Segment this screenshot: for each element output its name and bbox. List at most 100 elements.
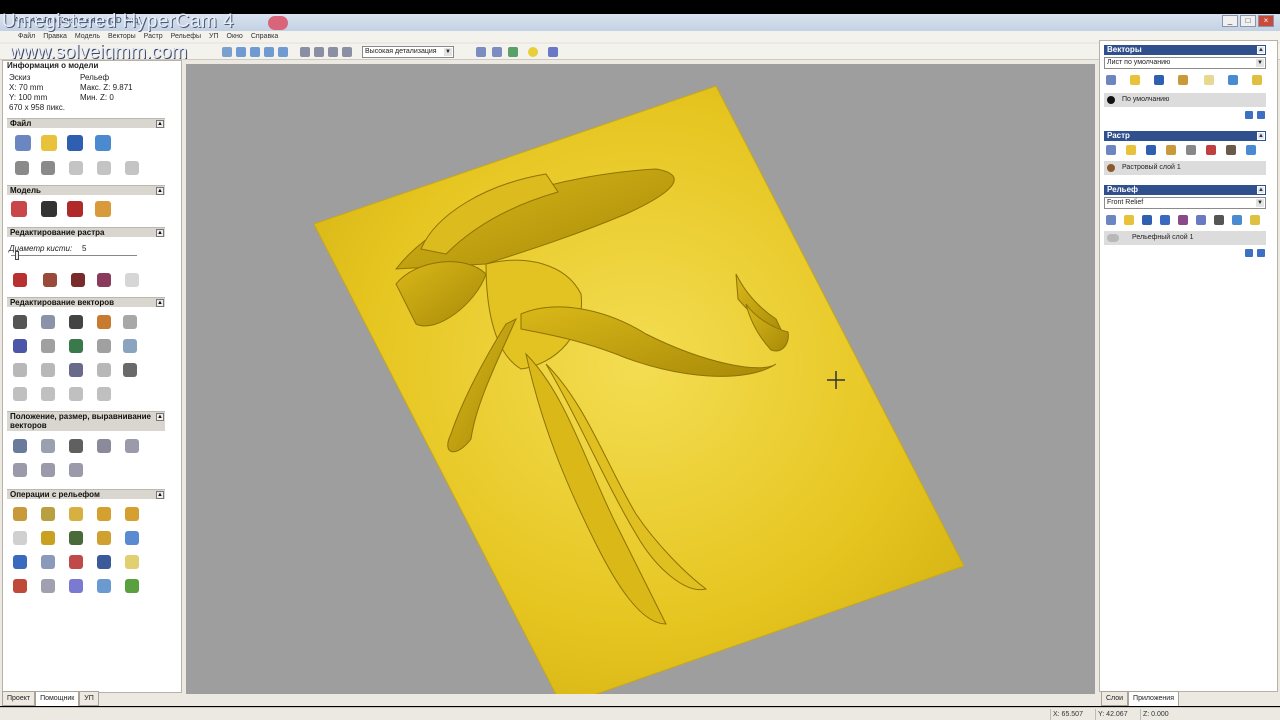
tab-applications[interactable]: Приложения xyxy=(1128,691,1179,706)
minimize-button[interactable]: _ xyxy=(1222,15,1238,27)
align-vector-icon[interactable] xyxy=(97,439,111,453)
relief-tool-14-icon[interactable] xyxy=(97,555,111,569)
vector-tool-9-icon[interactable] xyxy=(97,363,111,377)
maximize-button[interactable]: □ xyxy=(1240,15,1256,27)
section-vector-edit[interactable]: Редактирование векторов ▲ xyxy=(7,297,165,307)
zoom-fit-icon[interactable] xyxy=(222,47,232,57)
relief-select[interactable]: Front Relief ▼ xyxy=(1104,197,1266,209)
delete-layer-icon[interactable] xyxy=(1228,75,1238,85)
raster-layer-1[interactable]: Растровый слой 1 xyxy=(1104,161,1266,175)
zoom-out-icon[interactable] xyxy=(250,47,260,57)
vector-tool-7-icon[interactable] xyxy=(41,363,55,377)
relief-tool-20-icon[interactable] xyxy=(125,579,139,593)
fill-icon[interactable] xyxy=(43,273,57,287)
vector-tool-10-icon[interactable] xyxy=(123,363,137,377)
model-picture-icon[interactable] xyxy=(95,201,111,217)
vector-tool-14-icon[interactable] xyxy=(97,387,111,401)
vector-tool-3-icon[interactable] xyxy=(69,339,83,353)
relief-tool-b-icon[interactable] xyxy=(1178,215,1188,225)
copy-icon[interactable] xyxy=(97,161,111,175)
3d-view-canvas[interactable] xyxy=(186,64,1095,694)
open-folder-icon[interactable] xyxy=(41,135,57,151)
relief-tool-11-icon[interactable] xyxy=(13,555,27,569)
vector-sheet-select[interactable]: Лист по умолчанию ▼ xyxy=(1104,57,1266,69)
brush-slider-handle[interactable] xyxy=(15,251,19,260)
relief-tool-a-icon[interactable] xyxy=(1160,215,1170,225)
section-vectors[interactable]: Векторы ▲ xyxy=(1104,45,1266,55)
tab-layers[interactable]: Слои xyxy=(1101,691,1129,706)
close-button[interactable]: × xyxy=(1258,15,1274,27)
vector-tool-13-icon[interactable] xyxy=(69,387,83,401)
relief-delete-icon[interactable] xyxy=(1232,215,1242,225)
open-layer-icon[interactable] xyxy=(1130,75,1140,85)
layer-light-icon[interactable] xyxy=(1252,75,1262,85)
section-model[interactable]: Модель ▲ xyxy=(7,185,165,195)
raster-tool-2-icon[interactable] xyxy=(1186,145,1196,155)
export-icon[interactable] xyxy=(95,135,111,151)
relief-open-icon[interactable] xyxy=(1124,215,1134,225)
section-relief[interactable]: Рельеф ▲ xyxy=(1104,185,1266,195)
raster-open-icon[interactable] xyxy=(1126,145,1136,155)
relief-tool-17-icon[interactable] xyxy=(41,579,55,593)
vector-layer-default[interactable]: По умолчанию xyxy=(1104,93,1266,107)
light-bulb-icon[interactable] xyxy=(528,47,538,57)
wrap-vector-icon[interactable] xyxy=(13,463,27,477)
model-origin-icon[interactable] xyxy=(67,201,83,217)
rectangle-icon[interactable] xyxy=(69,315,83,329)
detail-level-select[interactable]: Высокая детализация ▼ xyxy=(362,46,454,58)
cut-icon[interactable] xyxy=(69,161,83,175)
collapse-icon[interactable]: ▲ xyxy=(156,187,164,195)
vector-tool-4-icon[interactable] xyxy=(97,339,111,353)
front-view-icon[interactable] xyxy=(314,47,324,57)
raster-new-icon[interactable] xyxy=(1106,145,1116,155)
plane-icon[interactable] xyxy=(508,47,518,57)
raster-tool-3-icon[interactable] xyxy=(1206,145,1216,155)
vector-tool-12-icon[interactable] xyxy=(41,387,55,401)
relief-tool-9-icon[interactable] xyxy=(97,531,111,545)
relief-tool-19-icon[interactable] xyxy=(97,579,111,593)
relief-tool-c-icon[interactable] xyxy=(1196,215,1206,225)
relief-tool-d-icon[interactable] xyxy=(1214,215,1224,225)
wireframe-icon[interactable] xyxy=(492,47,502,57)
paint-brush-icon[interactable] xyxy=(13,273,27,287)
raster-tool-1-icon[interactable] xyxy=(1166,145,1176,155)
relief-layer-down-icon[interactable] xyxy=(1257,249,1265,257)
relief-tool-5-icon[interactable] xyxy=(125,507,139,521)
relief-layer-up-icon[interactable] xyxy=(1245,249,1253,257)
vector-tool-8-icon[interactable] xyxy=(69,363,83,377)
new-layer-icon[interactable] xyxy=(1106,75,1116,85)
relief-tool-12-icon[interactable] xyxy=(41,555,55,569)
collapse-icon[interactable]: ▲ xyxy=(1257,186,1265,194)
new-model-icon[interactable] xyxy=(15,135,31,151)
section-raster-edit[interactable]: Редактирование растра ▲ xyxy=(7,227,165,237)
polyline-icon[interactable] xyxy=(123,315,137,329)
relief-tool-8-icon[interactable] xyxy=(69,531,83,545)
relief-tool-3-icon[interactable] xyxy=(69,507,83,521)
vector-tool-6-icon[interactable] xyxy=(13,363,27,377)
zoom-box-icon[interactable] xyxy=(278,47,288,57)
transform-icon[interactable] xyxy=(41,315,55,329)
section-relief-ops[interactable]: Операции с рельефом ▲ xyxy=(7,489,165,499)
zoom-in-icon[interactable] xyxy=(236,47,246,57)
vector-tool-1-icon[interactable] xyxy=(13,339,27,353)
relief-tool-18-icon[interactable] xyxy=(69,579,83,593)
color-icon[interactable] xyxy=(97,273,111,287)
relief-tool-15-icon[interactable] xyxy=(125,555,139,569)
zoom-previous-icon[interactable] xyxy=(264,47,274,57)
tab-project[interactable]: Проект xyxy=(2,691,36,706)
render-icon[interactable] xyxy=(548,47,558,57)
save-layer-icon[interactable] xyxy=(1154,75,1164,85)
layer-down-icon[interactable] xyxy=(1257,111,1265,119)
relief-tool-1-icon[interactable] xyxy=(13,507,27,521)
raster-delete-icon[interactable] xyxy=(1246,145,1256,155)
distort-vector-icon[interactable] xyxy=(41,463,55,477)
text-icon[interactable] xyxy=(97,315,111,329)
relief-tool-10-icon[interactable] xyxy=(125,531,139,545)
collapse-icon[interactable]: ▲ xyxy=(156,299,164,307)
mirror-vector-icon[interactable] xyxy=(125,439,139,453)
collapse-icon[interactable]: ▲ xyxy=(1257,46,1265,54)
layer-up-icon[interactable] xyxy=(1245,111,1253,119)
collapse-icon[interactable]: ▲ xyxy=(156,413,164,421)
cloud-icon[interactable] xyxy=(125,273,139,287)
collapse-icon[interactable]: ▲ xyxy=(156,120,164,128)
